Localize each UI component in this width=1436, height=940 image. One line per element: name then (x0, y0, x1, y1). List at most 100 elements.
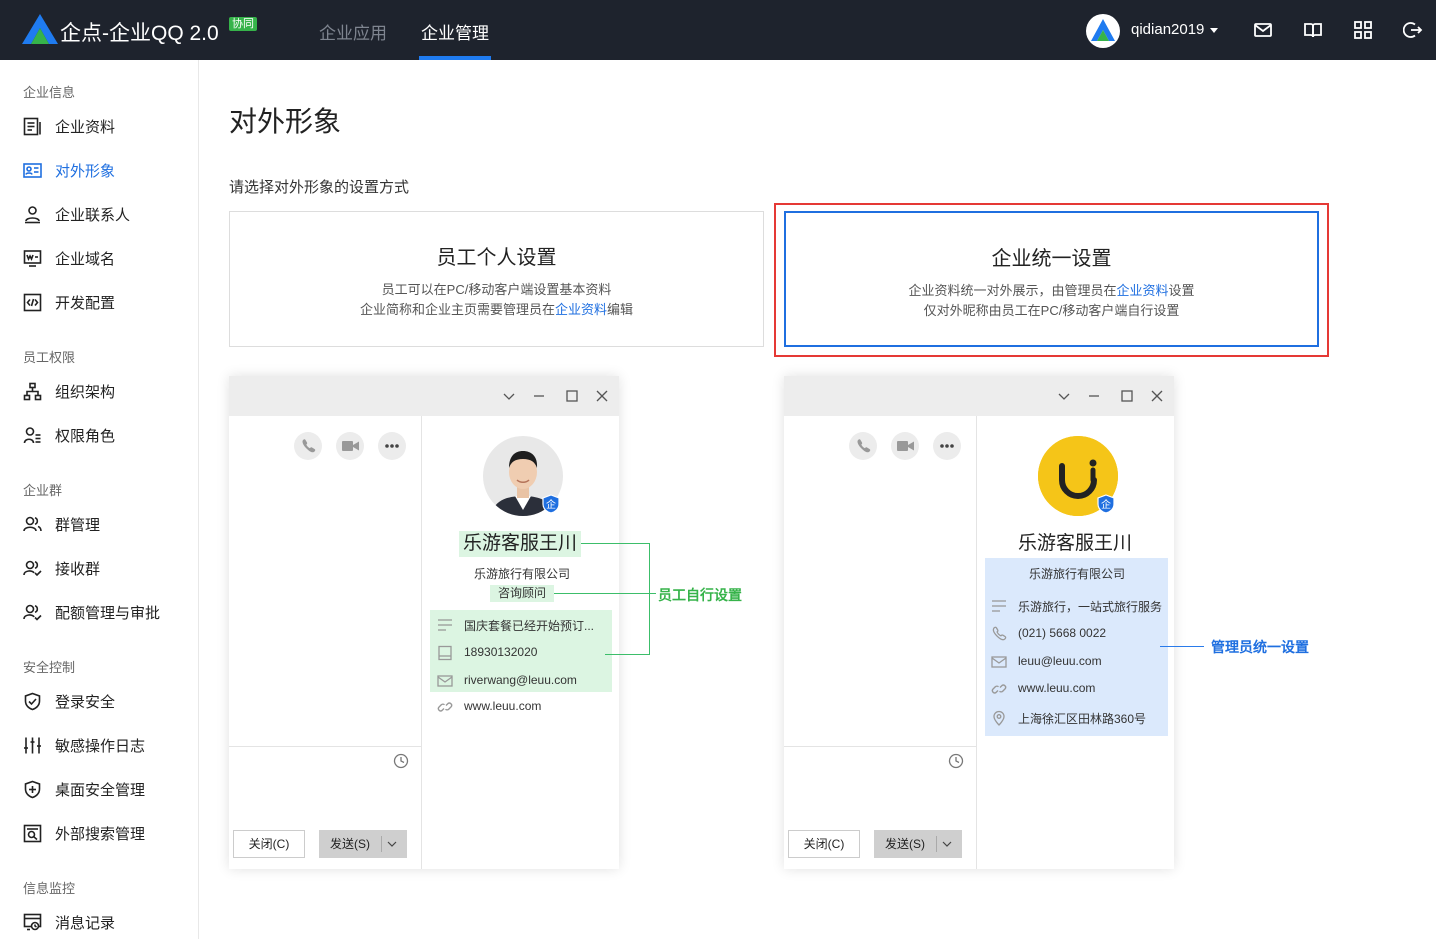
tab-enterprise-apps[interactable]: 企业应用 (319, 19, 387, 44)
sidebar-item-sensitive-log[interactable]: 敏感操作日志 (0, 727, 198, 763)
sidebar-item-desktop-security[interactable]: 桌面安全管理 (0, 771, 198, 807)
sidebar-item-enterprise-domain[interactable]: 企业域名 (0, 240, 198, 276)
shield-plus-icon (24, 780, 41, 799)
username[interactable]: qidian2019 (1131, 21, 1204, 38)
maximize-icon (566, 390, 578, 402)
domain-icon (23, 250, 42, 267)
option-desc-text: 企业资料统一对外展示，由管理员在 (908, 283, 1117, 298)
close-chat-button: 关闭(C) (233, 830, 305, 858)
brand-name: 企点-企业QQ 2.0 (60, 22, 219, 45)
call-button (849, 432, 877, 460)
sidebar-item-label: 群管理 (55, 517, 101, 534)
role-icon (23, 427, 41, 444)
sidebar-group-enterprise-info: 企业信息 (23, 85, 76, 100)
option-desc-text: 设置 (1168, 283, 1195, 298)
info-text: 上海徐汇区田林路360号 (1018, 712, 1147, 726)
enterprise-profile-link[interactable]: 企业资料 (555, 302, 607, 317)
enterprise-profile-link[interactable]: 企业资料 (1116, 283, 1168, 298)
send-label: 发送(S) (330, 837, 370, 851)
phone-mobile-icon (438, 645, 452, 661)
setting-method-prompt: 请选择对外形象的设置方式 (229, 179, 410, 196)
mail-icon (991, 656, 1007, 668)
info-text: 国庆套餐已经开始预订... (464, 619, 595, 633)
sidebar-item-label: 登录安全 (55, 694, 116, 711)
clock-icon (948, 753, 964, 769)
video-icon (897, 441, 914, 451)
window-titlebar (784, 376, 1174, 416)
sidebar-item-enterprise-profile[interactable]: 企业资料 (0, 108, 198, 144)
option-desc-text: 编辑 (607, 302, 634, 317)
sidebar-item-label: 敏感操作日志 (55, 738, 146, 755)
info-text: www.leuu.com (464, 699, 542, 713)
sidebar-item-org-structure[interactable]: 组织架构 (0, 373, 198, 409)
option-card-personal[interactable]: 员工个人设置 员工可以在PC/移动客户端设置基本资料 企业简称和企业主页需要管理… (229, 211, 764, 347)
code-icon (23, 293, 42, 312)
group-icon (23, 516, 42, 532)
option-description: 员工可以在PC/移动客户端设置基本资料 企业简称和企业主页需要管理员在企业资料编… (230, 280, 763, 320)
sidebar-item-message-records[interactable]: 消息记录 (0, 904, 198, 940)
info-row-phone: (021) 5668 0022 (991, 621, 1167, 647)
sidebar-item-dev-config[interactable]: 开发配置 (0, 284, 198, 320)
option-description: 企业资料统一对外展示，由管理员在企业资料设置 仅对外昵称由员工在PC/移动客户端… (786, 281, 1317, 321)
sidebar-item-receive-groups[interactable]: 接收群 (0, 550, 198, 586)
divider (784, 746, 977, 747)
sidebar-item-enterprise-contacts[interactable]: 企业联系人 (0, 196, 198, 232)
info-row-mobile: 18930132020 (437, 640, 612, 666)
chat-panel: 关闭(C) 发送(S) (229, 416, 422, 869)
phone-icon (992, 626, 1007, 641)
sidebar-group-staff-permissions: 员工权限 (23, 350, 76, 365)
sidebar-item-label: 消息记录 (55, 915, 116, 932)
message-log-icon (23, 913, 42, 931)
clock-icon (393, 753, 409, 769)
book-icon[interactable] (1303, 20, 1323, 40)
option-desc-text: 企业简称和企业主页需要管理员在 (359, 302, 555, 317)
maximize-icon (1121, 390, 1133, 402)
link-icon (991, 684, 1007, 694)
chevron-down-icon (503, 393, 515, 400)
staff-nickname: 乐游客服王川 (1017, 533, 1132, 554)
sidebar-item-external-image[interactable]: 对外形象 (0, 152, 198, 188)
send-button: 发送(S) (874, 830, 962, 858)
sidebar-item-external-search[interactable]: 外部搜索管理 (0, 815, 198, 851)
callout-line (1160, 646, 1204, 647)
sidebar-item-label: 组织架构 (55, 384, 116, 401)
mail-icon[interactable] (1253, 20, 1273, 40)
video-button (891, 432, 919, 460)
sidebar-item-label: 对外形象 (55, 163, 116, 180)
sidebar-group-security-control: 安全控制 (23, 660, 76, 675)
tab-enterprise-management[interactable]: 企业管理 (421, 19, 489, 44)
sliders-icon (24, 737, 41, 754)
video-button (336, 432, 364, 460)
receive-group-icon (23, 560, 42, 577)
lines-icon (992, 600, 1006, 612)
minimize-icon (534, 395, 544, 397)
minimize-icon (1089, 395, 1099, 397)
phone-icon (302, 439, 316, 453)
option-title: 员工个人设置 (436, 247, 557, 269)
sidebar-item-login-security[interactable]: 登录安全 (0, 683, 198, 719)
info-row-email: leuu@leuu.com (991, 649, 1167, 675)
more-button (933, 432, 961, 460)
chevron-down-icon[interactable] (1210, 28, 1218, 33)
info-row-address: 上海徐汇区田林路360号 (991, 705, 1167, 731)
user-avatar[interactable] (1086, 14, 1120, 48)
sidebar-group-enterprise-groups: 企业群 (23, 483, 63, 498)
info-row-signature: 国庆套餐已经开始预订... (437, 612, 612, 638)
send-label: 发送(S) (885, 837, 925, 851)
sidebar-item-permission-roles[interactable]: 权限角色 (0, 417, 198, 453)
apps-grid-icon[interactable] (1353, 20, 1373, 40)
sidebar-item-quota-approval[interactable]: 配额管理与审批 (0, 594, 198, 630)
callout-line (649, 543, 650, 655)
info-text: 18930132020 (464, 645, 538, 659)
option-card-unified[interactable]: 企业统一设置 企业资料统一对外展示，由管理员在企业资料设置 仅对外昵称由员工在P… (784, 211, 1319, 347)
logout-icon[interactable] (1403, 20, 1423, 40)
sidebar-item-group-management[interactable]: 群管理 (0, 506, 198, 542)
mail-icon (437, 675, 453, 687)
sidebar: 企业信息 企业资料 对外形象 企业联系人 企业域名 开发配置 员工权限 组织架构… (0, 60, 199, 939)
sidebar-item-label: 企业资料 (55, 119, 116, 136)
info-row-slogan: 乐游旅行，一站式旅行服务 (991, 593, 1167, 619)
sidebar-item-label: 接收群 (55, 561, 101, 578)
sidebar-item-label: 外部搜索管理 (55, 826, 146, 843)
send-button: 发送(S) (319, 830, 407, 858)
info-row-email: riverwang@leuu.com (437, 668, 612, 694)
